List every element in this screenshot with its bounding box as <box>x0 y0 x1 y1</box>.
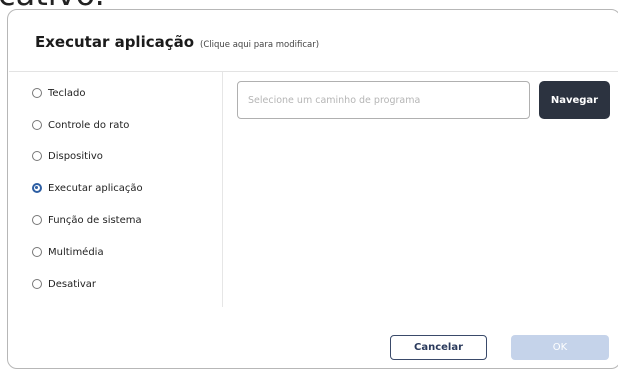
program-path-input[interactable] <box>237 81 530 119</box>
modify-hint-link[interactable]: (Clique aqui para modificar) <box>200 40 319 50</box>
radio-selected-icon[interactable] <box>32 183 42 193</box>
option-funcao-de-sistema[interactable]: Função de sistema <box>32 212 142 228</box>
radio-icon[interactable] <box>32 151 42 161</box>
option-label: Desativar <box>48 278 97 290</box>
radio-icon[interactable] <box>32 279 42 289</box>
option-label: Função de sistema <box>48 214 142 226</box>
option-dispositivo[interactable]: Dispositivo <box>32 148 103 164</box>
header-divider <box>9 71 618 72</box>
option-executar-aplicacao[interactable]: Executar aplicação <box>32 180 143 196</box>
option-multimedia[interactable]: Multimédia <box>32 244 104 260</box>
option-label: Controle do rato <box>48 119 130 131</box>
option-label: Multimédia <box>48 246 104 258</box>
option-teclado[interactable]: Teclado <box>32 85 85 101</box>
sidebar-divider <box>222 72 223 307</box>
radio-icon[interactable] <box>32 88 42 98</box>
radio-icon[interactable] <box>32 247 42 257</box>
radio-icon[interactable] <box>32 215 42 225</box>
browse-button[interactable]: Navegar <box>539 81 610 119</box>
option-label: Dispositivo <box>48 150 103 162</box>
radio-icon[interactable] <box>32 120 42 130</box>
dialog-title: Executar aplicação <box>35 33 195 51</box>
ok-button[interactable]: OK <box>511 335 609 360</box>
option-controle-do-rato[interactable]: Controle do rato <box>32 117 129 133</box>
run-application-dialog: Executar aplicação (Clique aqui para mod… <box>7 9 618 369</box>
option-label: Executar aplicação <box>48 182 143 194</box>
cancel-button[interactable]: Cancelar <box>390 335 487 360</box>
option-desativar[interactable]: Desativar <box>32 276 96 292</box>
option-label: Teclado <box>48 87 86 99</box>
